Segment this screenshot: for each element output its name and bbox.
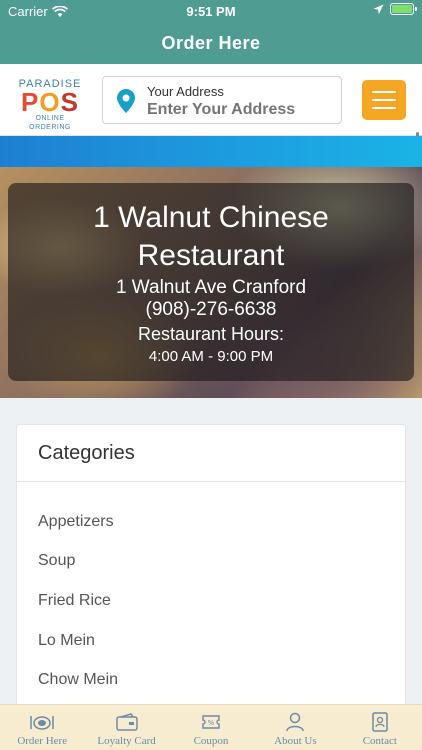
hours-label: Restaurant Hours:	[137, 324, 285, 344]
restaurant-hours: 4:00 AM - 9:00 PM	[148, 348, 274, 365]
address-input[interactable]	[147, 101, 337, 119]
restaurant-address: 1 Walnut Ave Cranford	[115, 277, 307, 298]
category-item-appetizers[interactable]: Appetizers	[17, 502, 405, 542]
tab-about-us[interactable]: About Us	[253, 705, 337, 750]
tab-order-here[interactable]: Order Here	[0, 705, 84, 750]
tab-contact[interactable]: Contact	[338, 705, 422, 750]
status-right	[373, 3, 417, 15]
address-label: Your Address	[147, 84, 224, 99]
hamburger-icon	[372, 91, 396, 93]
nav-title: Order Here	[161, 32, 261, 53]
tab-loyalty-card[interactable]: Loyalty Card	[84, 705, 168, 750]
app-header: PARADISE POS ONLINE ORDERING Your Addres…	[0, 64, 422, 168]
tab-bar: Order Here Loyalty Card % Coupon About U…	[0, 704, 422, 750]
battery-icon	[390, 3, 417, 15]
logo-line2: POS	[21, 87, 79, 117]
tab-coupon[interactable]: % Coupon	[169, 705, 253, 750]
menu-button[interactable]	[362, 80, 406, 120]
restaurant-name: 1 Walnut Chinese Restaurant	[93, 201, 329, 272]
tab-label: Loyalty Card	[97, 735, 156, 747]
category-item-soup[interactable]: Soup	[17, 542, 405, 582]
dish-icon	[30, 716, 54, 730]
tab-label: Contact	[362, 735, 397, 747]
restaurant-info-card: 1 Walnut Chinese Restaurant 1 Walnut Ave…	[8, 183, 414, 381]
categories-panel: Categories Appetizers Soup Fried Rice Lo…	[16, 424, 406, 724]
person-icon	[286, 712, 305, 732]
restaurant-phone[interactable]: (908)-276-6638	[8, 299, 414, 321]
promo-strip	[0, 136, 422, 167]
nav-bar: Order Here	[0, 22, 422, 64]
card-icon	[115, 713, 138, 731]
status-bar: Carrier 9:51 PM	[0, 0, 422, 22]
contact-icon	[372, 712, 388, 732]
categories-title: Categories	[17, 425, 405, 482]
tab-label: Order Here	[17, 735, 68, 747]
location-arrow-icon	[373, 4, 384, 14]
tab-label: About Us	[274, 735, 317, 747]
category-item-fried-rice[interactable]: Fried Rice	[17, 581, 405, 621]
categories-list: Appetizers Soup Fried Rice Lo Mein Chow …	[17, 482, 405, 700]
svg-text:%: %	[208, 719, 215, 727]
category-item-lo-mein[interactable]: Lo Mein	[17, 621, 405, 661]
location-pin-icon	[117, 89, 135, 113]
coupon-icon: %	[202, 715, 220, 729]
tab-label: Coupon	[193, 735, 229, 747]
address-field[interactable]: Your Address	[102, 76, 342, 124]
restaurant-hero: 1 Walnut Chinese Restaurant 1 Walnut Ave…	[0, 167, 422, 398]
paradise-pos-logo[interactable]: PARADISE POS ONLINE ORDERING	[14, 78, 86, 131]
category-item-chow-mein[interactable]: Chow Mein	[17, 660, 405, 700]
status-time: 9:51 PM	[186, 4, 236, 19]
